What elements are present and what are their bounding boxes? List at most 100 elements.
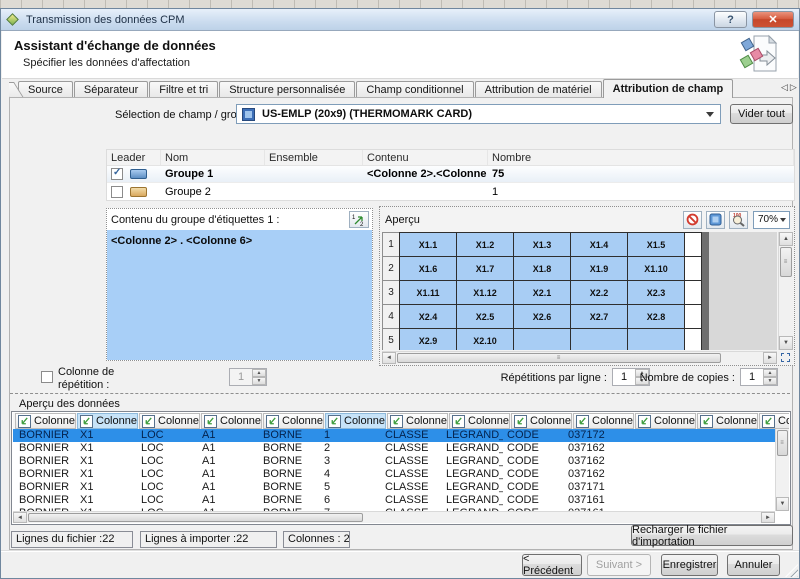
column-header-colonne9-9[interactable]: Colonne9	[511, 413, 572, 429]
leader-checkbox[interactable]	[111, 186, 123, 198]
data-row[interactable]: BORNIERX1LOCA1BORNE4CLASSELEGRAND_...COD…	[13, 468, 775, 481]
scroll-left-icon[interactable]: ◄	[382, 352, 396, 364]
preview-label-cell[interactable]: X2.2	[570, 280, 628, 305]
preview-label-cell[interactable]: X2.1	[513, 280, 571, 305]
repeat-column-checkbox[interactable]	[41, 371, 53, 383]
column-header-colonne3-3[interactable]: Colonne3	[139, 413, 200, 429]
spinner-down-icon[interactable]: ▼	[252, 377, 266, 385]
scroll-right-icon[interactable]: ►	[761, 512, 775, 523]
tab-scroll-arrows[interactable]: ◁▷	[781, 82, 799, 93]
fit-view-button[interactable]	[778, 351, 793, 364]
preview-label-cell[interactable]: X2.6	[513, 304, 571, 329]
column-header-co-13[interactable]: Co...	[759, 413, 789, 429]
scroll-right-icon[interactable]: ►	[763, 352, 777, 364]
label-group-content-value[interactable]: <Colonne 2> . <Colonne 6>	[107, 230, 372, 360]
data-row[interactable]: BORNIERX1LOCA1BORNE1CLASSELEGRAND_...COD…	[13, 429, 775, 442]
tab-structure-personnalisee[interactable]: Structure personnalisée	[219, 81, 355, 98]
repeat-column-spinner[interactable]: 1 ▲▼	[229, 368, 267, 386]
tab-attribution-de-champ[interactable]: Attribution de champ	[603, 79, 734, 98]
preview-label-cell[interactable]	[627, 328, 685, 350]
preview-vertical-scrollbar[interactable]: ▲ ≡ ▼	[778, 232, 793, 350]
data-row[interactable]: BORNIERX1LOCA1BORNE2CLASSELEGRAND_...COD…	[13, 442, 775, 455]
preview-label-cell[interactable]: X1.11	[399, 280, 457, 305]
spinner-up-icon[interactable]: ▲	[763, 369, 777, 377]
column-header-colonne1-1[interactable]: Colonne1	[15, 413, 76, 429]
col-nom[interactable]: Nom	[161, 150, 265, 165]
preview-label-cell[interactable]: X1.1	[399, 232, 457, 257]
scroll-down-icon[interactable]: ▼	[776, 497, 789, 511]
previous-button[interactable]: < Précédent	[522, 554, 582, 576]
data-row[interactable]: BORNIERX1LOCA1BORNE5CLASSELEGRAND_...COD…	[13, 481, 775, 494]
preview-label-cell[interactable]: X1.10	[627, 256, 685, 281]
tab-attribution-de-materiel[interactable]: Attribution de matériel	[475, 81, 602, 98]
tab-source[interactable]: Source	[18, 81, 73, 98]
preview-label-cell[interactable]: X1.7	[456, 256, 514, 281]
column-header-colonne2-2[interactable]: Colonne2	[77, 413, 138, 429]
col-contenu[interactable]: Contenu	[363, 150, 488, 165]
label-view-button[interactable]	[706, 211, 725, 229]
column-header-colonne-10[interactable]: Colonne...	[573, 413, 634, 429]
save-button[interactable]: Enregistrer	[661, 554, 718, 576]
data-table-vertical-scrollbar[interactable]: ≡ ▼	[775, 429, 789, 511]
column-header-colonne8-8[interactable]: Colonne8	[449, 413, 510, 429]
preview-label-cell[interactable]	[513, 328, 571, 350]
tab-scroll-right-icon[interactable]: ▷	[790, 82, 799, 92]
tab-scroll-left-icon[interactable]: ◁	[781, 82, 790, 92]
tab-champ-conditionnel[interactable]: Champ conditionnel	[356, 81, 473, 98]
preview-label-cell[interactable]: X2.3	[627, 280, 685, 305]
copies-spinner[interactable]: 1 ▲▼	[740, 368, 778, 386]
preview-label-cell[interactable]	[570, 328, 628, 350]
preview-label-cell[interactable]: X1.3	[513, 232, 571, 257]
data-row[interactable]: BORNIERX1LOCA1BORNE3CLASSELEGRAND_...COD…	[13, 455, 775, 468]
preview-label-cell[interactable]: X2.8	[627, 304, 685, 329]
scroll-thumb[interactable]: ≡	[777, 430, 788, 456]
column-header-colonne6-6[interactable]: Colonne6	[325, 413, 386, 429]
preview-label-cell[interactable]: X1.12	[456, 280, 514, 305]
help-button[interactable]: ?	[714, 11, 747, 28]
close-button[interactable]: ✕	[752, 11, 794, 28]
scroll-thumb[interactable]: ≡	[780, 247, 792, 277]
preview-label-cell[interactable]: X1.2	[456, 232, 514, 257]
tab-filtre-et-tri[interactable]: Filtre et tri	[149, 81, 218, 98]
spinner-up-icon[interactable]: ▲	[252, 369, 266, 377]
preview-label-cell[interactable]: X2.7	[570, 304, 628, 329]
column-header-colonne5-5[interactable]: Colonne5	[263, 413, 324, 429]
zoom-level-combobox[interactable]: 70%	[753, 211, 790, 229]
scroll-left-icon[interactable]: ◄	[13, 512, 27, 523]
column-header-colonne-11[interactable]: Colonne...	[635, 413, 696, 429]
scroll-thumb[interactable]	[28, 513, 363, 522]
data-table-horizontal-scrollbar[interactable]: ◄ ►	[13, 511, 775, 523]
field-select-combobox[interactable]: US-EMLP (20x9) (THERMOMARK CARD)	[236, 104, 721, 124]
group-row[interactable]: Groupe 1<Colonne 2>.<Colonne 6>75	[107, 166, 794, 183]
preview-label-cell[interactable]: X2.5	[456, 304, 514, 329]
title-bar[interactable]: Transmission des données CPM ? ✕	[1, 9, 799, 31]
scroll-down-icon[interactable]: ▼	[779, 336, 793, 350]
sort-order-button[interactable]: 1 2	[349, 211, 369, 228]
scroll-up-icon[interactable]: ▲	[779, 232, 793, 246]
col-nombre[interactable]: Nombre	[488, 150, 794, 165]
no-preview-button[interactable]	[683, 211, 702, 229]
next-button[interactable]: Suivant >	[587, 554, 651, 576]
col-leader[interactable]: Leader	[107, 150, 161, 165]
group-row[interactable]: Groupe 21	[107, 183, 794, 200]
cancel-button[interactable]: Annuler	[727, 554, 780, 576]
preview-label-cell[interactable]: X1.9	[570, 256, 628, 281]
preview-label-cell[interactable]: X2.4	[399, 304, 457, 329]
data-row[interactable]: BORNIERX1LOCA1BORNE6CLASSELEGRAND_...COD…	[13, 494, 775, 507]
tab-separateur[interactable]: Séparateur	[74, 81, 148, 98]
clear-all-button[interactable]: Vider tout	[730, 104, 793, 124]
preview-label-cell[interactable]: X1.6	[399, 256, 457, 281]
preview-label-cell[interactable]: X2.10	[456, 328, 514, 350]
spinner-down-icon[interactable]: ▼	[763, 377, 777, 385]
column-header-colonne4-4[interactable]: Colonne4	[201, 413, 262, 429]
column-header-colonne-12[interactable]: Colonne...	[697, 413, 758, 429]
preview-label-cell[interactable]: X1.8	[513, 256, 571, 281]
preview-label-cell[interactable]: X1.5	[627, 232, 685, 257]
preview-label-cell[interactable]: X2.9	[399, 328, 457, 350]
preview-label-cell[interactable]: X1.4	[570, 232, 628, 257]
preview-horizontal-scrollbar[interactable]: ◄ ≡ ►	[382, 351, 777, 364]
column-header-colonne7-7[interactable]: Colonne7	[387, 413, 448, 429]
zoom-100-button[interactable]: 100	[729, 211, 748, 229]
col-ensemble[interactable]: Ensemble	[265, 150, 363, 165]
leader-checkbox[interactable]	[111, 168, 123, 180]
